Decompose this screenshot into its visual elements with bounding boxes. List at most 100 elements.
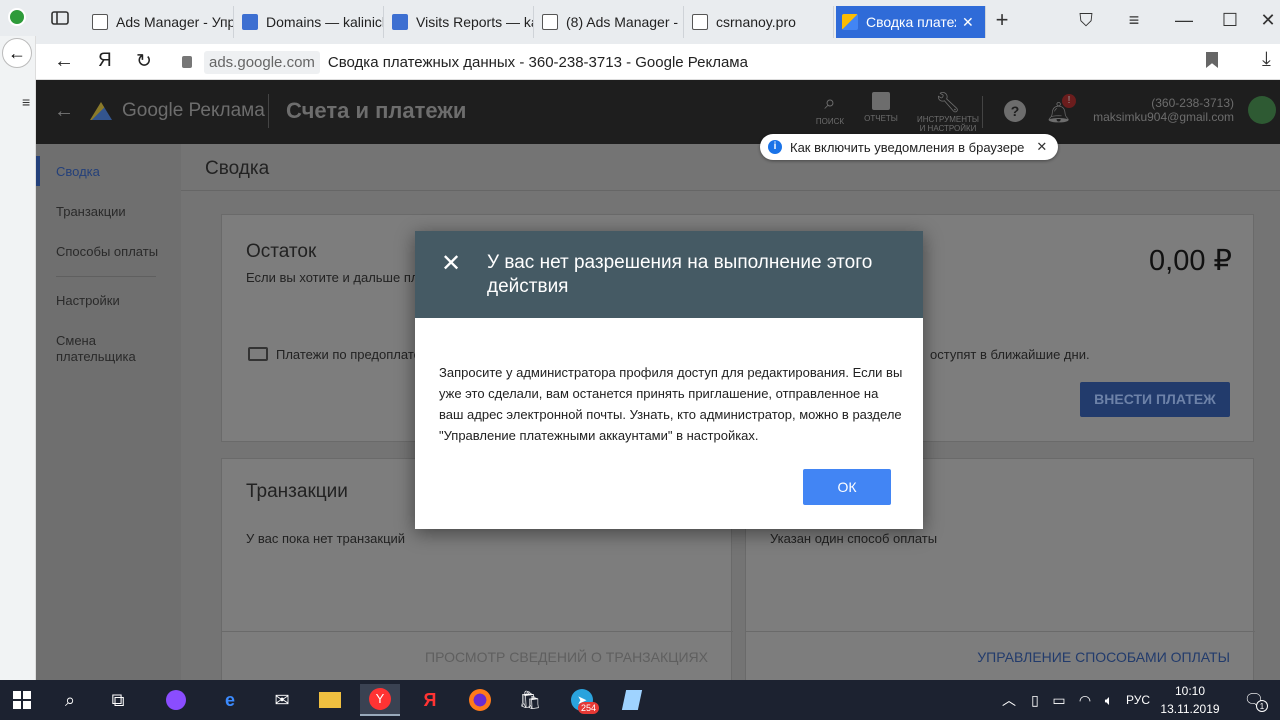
volume-icon[interactable]: 🔈︎ [1096,684,1122,716]
payment-arrive-text: оступят в ближайшие дни. [930,347,1090,362]
transactions-title: Транзакции [246,481,348,502]
balance-description: Если вы хотите и дальше пл [246,270,419,285]
menu-icon[interactable]: ≡ [1122,10,1146,31]
file-explorer-icon[interactable] [310,684,350,716]
sidebar-item-transactions[interactable]: Транзакции [56,204,126,219]
header-divider [982,96,983,128]
task-view-icon[interactable]: ⧉ [98,684,138,716]
url-page-title: Сводка платежных данных - 360-238-3713 -… [327,53,748,71]
avatar[interactable] [1248,96,1276,124]
notification-chip[interactable]: i Как включить уведомления в браузере ✕ [760,134,1058,160]
dialog-close-icon[interactable]: ✕ [441,249,461,278]
start-button[interactable] [2,684,42,716]
section-title: Счета и платежи [286,98,467,123]
tray-device-icon[interactable]: ▯ [1022,684,1048,716]
action-center-badge: 1 [1256,700,1268,712]
minimize-icon[interactable]: — [1172,10,1196,31]
wifi-icon[interactable]: ◠ [1072,684,1098,716]
search-label: ПОИСК [815,117,845,126]
side-back-icon[interactable]: ← [2,38,32,68]
dialog-title: У вас нет разрешения на выполнение этого… [487,252,873,297]
yandex-icon[interactable]: Я [98,50,112,72]
bookmarks-icon[interactable]: ⛉ [1074,10,1098,31]
download-icon[interactable]: ⤓ [1262,48,1271,71]
tab-label: csrnanoy.pro [716,14,796,30]
close-window-icon[interactable]: ✕ [1256,10,1280,31]
credit-card-icon [248,347,268,361]
close-chip-icon[interactable]: ✕ [1036,139,1047,155]
sidebar-item-summary[interactable]: Сводка [56,164,100,179]
browser-tab[interactable]: (8) Ads Manager - [536,6,684,38]
search-icon: ⌕ [824,92,836,114]
page-title: Сводка [205,158,270,179]
firefox-icon[interactable] [460,684,500,716]
url-field[interactable]: ads.google.com Сводка платежных данных -… [170,47,1220,77]
google-ads-favicon-icon [842,14,858,30]
account-id: (360-238-3713) [1151,96,1234,110]
close-tab-icon[interactable]: ✕ [962,14,974,31]
mail-icon[interactable]: ✉ [262,684,302,716]
tray-chevron-icon[interactable]: ︿ [994,684,1024,716]
ads-favicon-icon [92,14,108,30]
browser-tab[interactable]: csrnanoy.pro [686,6,834,38]
action-center-icon[interactable]: 🗨︎ [1234,684,1274,716]
brand-name: Google Реклама [122,100,265,121]
yandex-icon[interactable]: Я [410,684,450,716]
sidebar-item-change-payer[interactable]: Смена плательщика [56,333,156,365]
balance-amount: 0,00 ₽ [1149,245,1232,277]
transactions-empty-text: У вас пока нет транзакций [246,531,406,546]
browser-tab-active[interactable]: Сводка платеж ✕ [836,6,986,38]
sidebar-item-settings[interactable]: Настройки [56,293,120,308]
view-transactions-link[interactable]: ПРОСМОТР СВЕДЕНИЙ О ТРАНЗАКЦИЯХ [422,649,708,665]
yandex-browser-icon[interactable]: Y [360,684,400,716]
search-button[interactable]: ⌕ ПОИСК [812,92,848,126]
back-icon[interactable]: ← [54,50,74,73]
nav-active-indicator [36,156,40,186]
notification-chip-text: Как включить уведомления в браузере [790,139,1025,155]
manage-payment-methods-link[interactable]: УПРАВЛЕНИЕ СПОСОБАМИ ОПЛАТЫ [906,649,1230,665]
sidebar-item-payment-methods[interactable]: Способы оплаты [56,244,158,259]
header-back-icon[interactable]: ← [54,100,74,123]
visits-favicon-icon [392,14,408,30]
card-divider [222,631,733,632]
side-menu-icon[interactable]: ≡ [22,94,30,110]
tabs-panel-icon[interactable] [48,10,72,31]
store-icon[interactable]: 🛍︎ [510,684,550,716]
browser-tab[interactable]: Ads Manager - Упр [86,6,234,38]
help-icon[interactable]: ? [1004,100,1026,122]
maximize-icon[interactable]: ☐ [1218,10,1242,31]
tools-button[interactable]: 🔧︎ ИНСТРУМЕНТЫ И НАСТРОЙКИ [914,90,982,133]
notes-app-icon[interactable] [612,684,652,716]
clock-date[interactable]: 13.11.2019 [1156,702,1224,716]
browser-logo-icon[interactable] [8,8,26,26]
tools-icon: 🔧︎ [935,92,961,114]
google-ads-header: ← Google Реклама Счета и платежи ⌕ ПОИСК… [36,80,1280,144]
side-navigation: Сводка Транзакции Способы оплаты Настрой… [36,144,181,680]
edge-icon[interactable]: e [210,684,250,716]
browser-tab[interactable]: Domains — kalinich [236,6,384,38]
tab-label: Сводка платеж [866,14,956,30]
tab-label: Visits Reports — ka [416,14,534,30]
ok-button[interactable]: ОК [803,469,891,505]
browser-tab[interactable]: Visits Reports — ka [386,6,534,38]
language-indicator[interactable]: РУС [1126,693,1150,707]
taskbar-search-icon[interactable]: ⌕ [50,684,90,716]
dialog-body: Запросите у администратора профиля досту… [439,365,903,443]
make-payment-button[interactable]: ВНЕСТИ ПЛАТЕЖ [1080,382,1230,417]
payment-method-text: Платежи по предоплате [276,347,421,362]
header-divider [268,94,269,128]
lock-icon [182,56,192,68]
google-ads-logo-icon [90,102,112,120]
windows-taskbar: ⌕ ⧉ e ✉ Y Я 🛍︎ ➤ 254 ︿ ▯ ▭ ◠ 🔈︎ РУС 10:1… [0,680,1280,720]
clock-time[interactable]: 10:10 [1160,684,1220,698]
battery-icon[interactable]: ▭ [1046,684,1072,716]
new-tab-icon[interactable]: + [990,7,1014,33]
alice-icon[interactable] [156,684,196,716]
reports-button[interactable]: ОТЧЕТЫ [862,92,900,123]
tab-label: (8) Ads Manager - [566,14,679,30]
tab-label: Domains — kalinich [266,14,384,30]
info-icon: i [768,140,782,154]
windows-icon [13,691,31,709]
tab-label: Ads Manager - Упр [116,14,234,30]
reload-icon[interactable]: ↻ [136,50,152,73]
